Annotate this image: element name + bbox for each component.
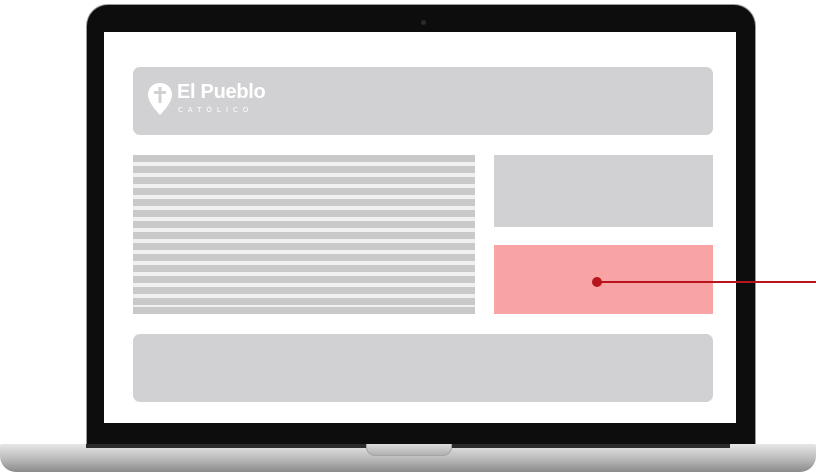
text-line (133, 307, 475, 314)
text-line (133, 166, 475, 173)
camera-icon (421, 20, 426, 25)
text-line (133, 188, 475, 195)
base-notch (366, 444, 452, 456)
callout-line (597, 281, 816, 283)
text-line (133, 221, 475, 228)
ad-placeholder-highlighted[interactable] (494, 245, 713, 314)
text-line (133, 254, 475, 261)
article-text-placeholder (133, 155, 475, 314)
footer-placeholder (133, 334, 713, 402)
sidebar-placeholder (494, 155, 713, 227)
text-line (133, 276, 475, 283)
laptop-screen: El Pueblo CATÓLICO (104, 32, 736, 423)
text-line (133, 232, 475, 239)
text-line (133, 265, 475, 272)
text-line (133, 298, 475, 305)
text-line (133, 243, 475, 250)
cross-pin-icon (148, 83, 172, 115)
logo-title: El Pueblo (177, 81, 266, 103)
header-banner: El Pueblo CATÓLICO (133, 67, 713, 135)
laptop-lid: El Pueblo CATÓLICO (86, 4, 756, 448)
site-logo[interactable]: El Pueblo CATÓLICO (147, 79, 277, 121)
text-line (133, 199, 475, 206)
text-line (133, 287, 475, 294)
laptop-mockup: El Pueblo CATÓLICO (0, 0, 816, 475)
text-line (133, 210, 475, 217)
callout-dot (592, 277, 602, 287)
text-line (133, 177, 475, 184)
text-line (133, 155, 475, 162)
logo-subtitle: CATÓLICO (178, 106, 254, 114)
